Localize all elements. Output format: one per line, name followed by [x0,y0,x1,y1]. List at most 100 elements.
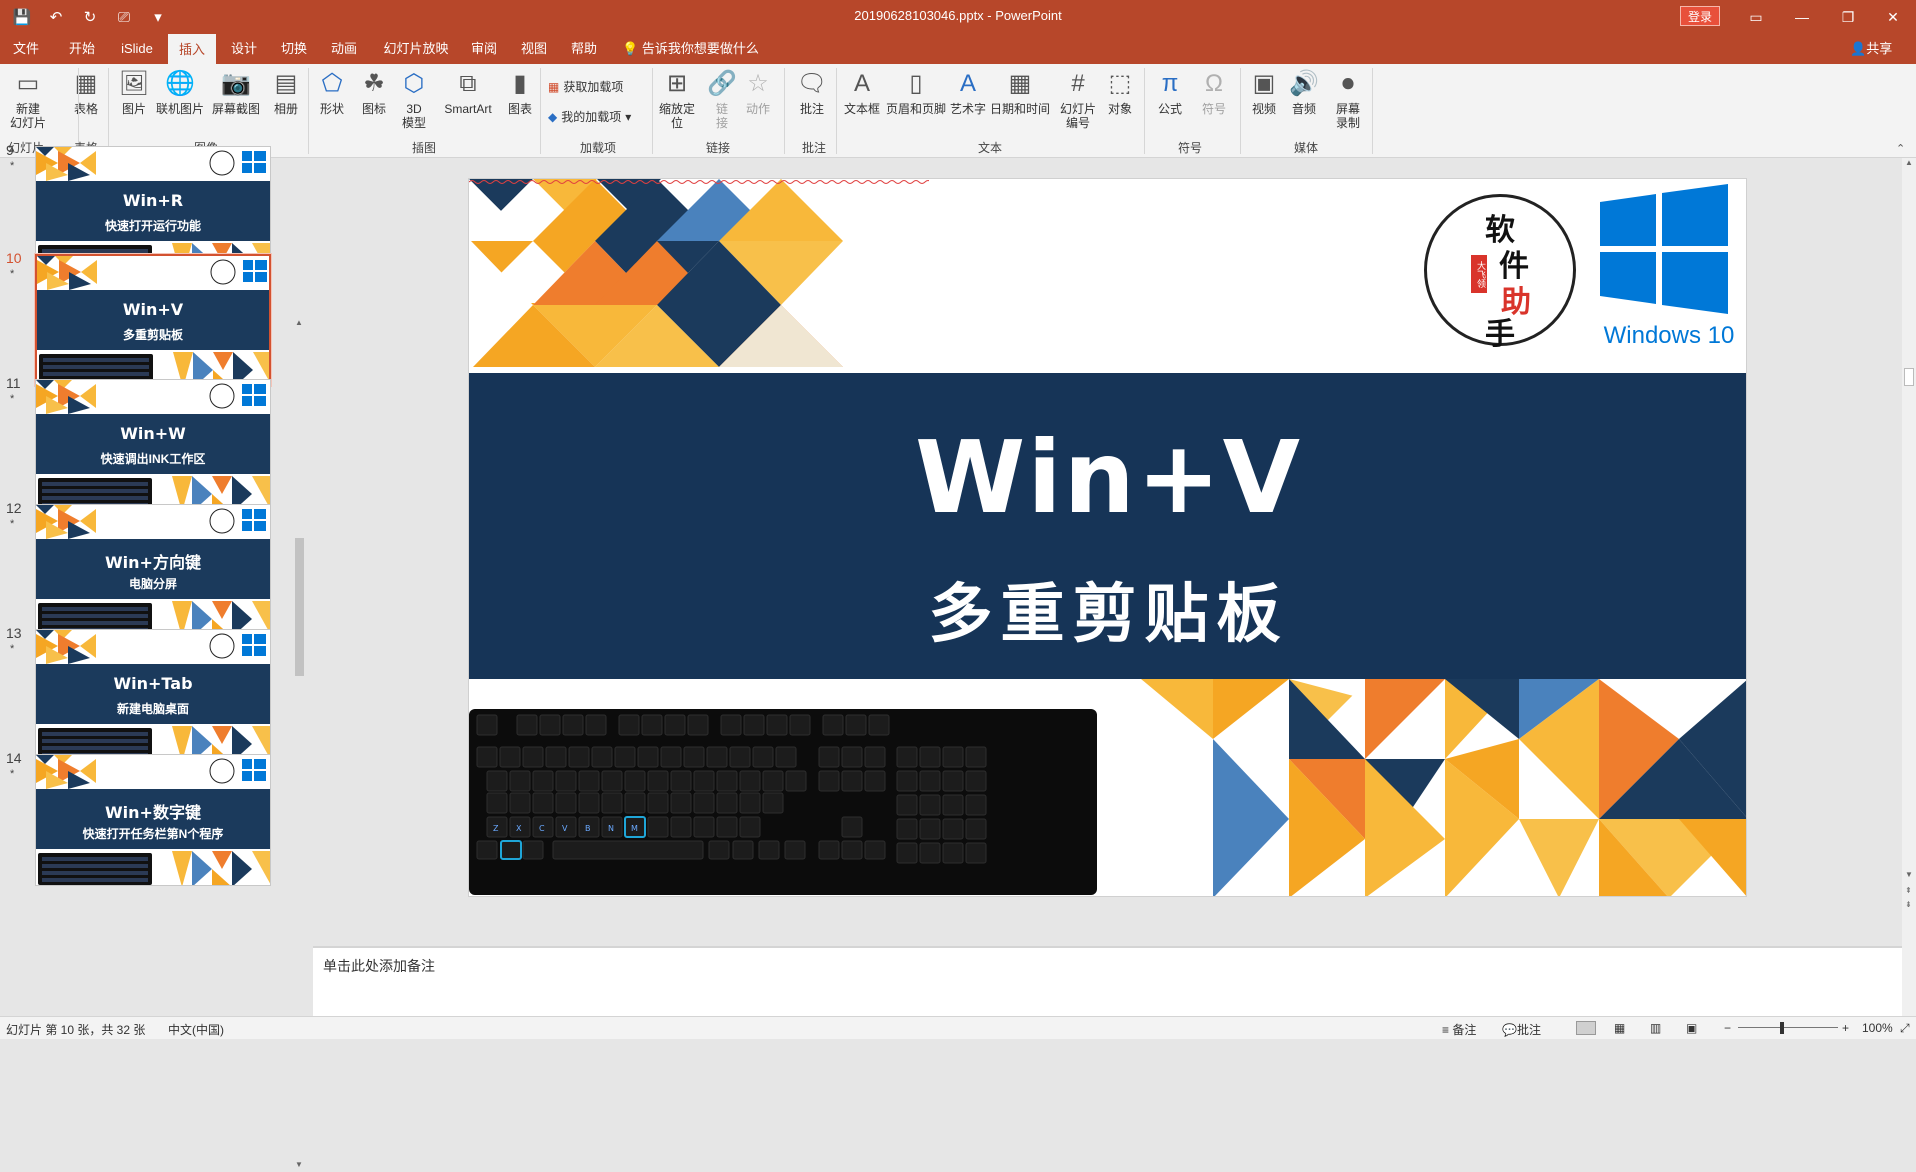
chart-button[interactable]: ▮ 图表 [500,68,540,117]
tab-insert[interactable]: 插入 [168,34,216,64]
zoom-slider[interactable] [1738,1027,1838,1028]
comments-toggle[interactable]: 💬批注 [1502,1021,1541,1038]
slide-sorter-icon[interactable]: ▦ [1614,1021,1625,1035]
scrollbar-thumb[interactable] [1904,368,1914,386]
zoom-in-icon[interactable]: + [1842,1021,1849,1035]
animation-marker-icon: * [10,393,15,405]
ribbon-button-label: 对象 [1107,102,1132,116]
new-slide-button[interactable]: ▭ 新建 幻灯片 [4,68,52,131]
scroll-down-icon[interactable]: ▼ [295,1160,303,1169]
previous-slide-icon[interactable]: ⇞ [1905,886,1912,895]
equation-button[interactable]: π 公式 [1150,68,1190,117]
slide-thumbnail[interactable]: Win+方向键 电脑分屏 [35,504,271,636]
audio-button[interactable]: 🔊 音频 [1284,68,1324,117]
keyboard-key [785,770,807,792]
my-addins-button[interactable]: ◆ 我的加载项 ▾ [548,108,631,125]
zoom-button[interactable]: ⊞ 缩放定 位 [654,68,700,131]
normal-view-icon[interactable] [1576,1021,1596,1035]
language-indicator[interactable]: 中文(中国) [168,1021,224,1038]
datetime-button[interactable]: ▦ 日期和时间 [990,68,1051,117]
slide-number-button[interactable]: # 幻灯片 编号 [1054,68,1102,131]
slide-title[interactable]: Win+V [469,419,1746,536]
scrollbar-thumb[interactable] [295,538,304,676]
scroll-up-icon[interactable]: ▲ [295,318,303,327]
restore-icon[interactable]: ❐ [1825,0,1871,34]
zoom-out-icon[interactable]: − [1724,1021,1731,1035]
notes-toggle[interactable]: ≡ 备注 [1442,1021,1476,1038]
tab-view[interactable]: 视图 [512,34,556,64]
keyboard-key [720,714,742,736]
shapes-button[interactable]: ⬠ 形状 [312,68,352,117]
scroll-down-icon[interactable]: ▼ [1905,870,1913,879]
minimize-icon[interactable]: — [1779,0,1825,34]
tab-transitions[interactable]: 切换 [272,34,316,64]
keyboard-key [732,840,754,860]
tell-me-search[interactable]: 💡 告诉我你想要做什么 [622,34,759,64]
zoom-level[interactable]: 100% [1862,1021,1893,1035]
close-icon[interactable]: ✕ [1870,0,1916,34]
animation-marker-icon: * [10,643,15,655]
spelling-underline [469,180,929,184]
scroll-up-icon[interactable]: ▲ [1905,158,1913,167]
slide-thumbnail[interactable]: Win+W 快速调出INK工作区 [35,379,271,511]
online-picture-button[interactable]: 🌐 联机图片 [152,68,208,117]
slide-thumbnail-slot: 14 * Win+数字键 快速打开任务栏第N个程序 [0,748,300,888]
tab-home[interactable]: 开始 [60,34,104,64]
action-button[interactable]: ☆ 动作 [738,68,778,117]
ribbon-button-label: 形状 [319,102,344,116]
keyboard-key [919,746,941,768]
screen-record-button[interactable]: ⏺ 屏幕 录制 [1328,68,1368,131]
next-slide-icon[interactable]: ⇟ [1905,900,1912,909]
share-button[interactable]: 👤共享 [1850,34,1892,64]
link-button[interactable]: 🔗 链 接 [706,68,738,131]
slide-thumbnail[interactable]: Win+V 多重剪贴板 [34,253,272,387]
slide-number: 10 [6,250,22,266]
album-button[interactable]: ▤ 相册 [266,68,306,117]
slide-subtitle[interactable]: 多重剪贴板 [469,563,1746,655]
smartart-button[interactable]: ⧉ SmartArt [438,68,498,117]
screenshot-button[interactable]: 📷 屏幕截图 [208,68,264,117]
ribbon-display-icon[interactable]: ▭ [1733,0,1779,34]
notes-pane[interactable]: 单击此处添加备注 [313,948,1902,1016]
current-slide[interactable]: Win+V 多重剪贴板 软 件 助 手 大飞领 Windows 10 Z X C V B… [468,178,1747,897]
keyboard-key [766,714,788,736]
header-footer-button[interactable]: ▯ 页眉和页脚 [886,68,946,117]
3d-model-button[interactable]: ⬡ 3D 模型 [394,68,434,131]
ribbon-button-label: 日期和时间 [990,102,1051,116]
textbox-button[interactable]: A 文本框 [840,68,884,117]
fit-to-window-icon[interactable]: ⤢ [1900,1021,1910,1036]
windows10-label: Windows 10 [1603,322,1735,349]
slide-thumbnail[interactable]: Win+数字键 快速打开任务栏第N个程序 [35,754,271,886]
thumbnail-scrollbar[interactable]: ▲ ▼ [292,318,306,1172]
textbox-icon: A [853,70,870,97]
wordart-button[interactable]: A 艺术字 [948,68,988,117]
collapse-ribbon-icon[interactable]: ⌃ [1896,142,1905,155]
symbol-button[interactable]: Ω 符号 [1194,68,1234,117]
tab-design[interactable]: 设计 [222,34,266,64]
tab-animations[interactable]: 动画 [322,34,366,64]
comment-button[interactable]: 🗨 批注 [792,68,832,117]
slide-thumbnail[interactable]: Win+Tab 新建电脑桌面 [35,629,271,761]
get-addins-button[interactable]: ▦ 获取加载项 [548,78,623,95]
icons-button[interactable]: ☘ 图标 [354,68,394,117]
keyboard-key [716,770,738,792]
zoom-slider-thumb[interactable] [1780,1022,1784,1034]
tab-islide[interactable]: iSlide [112,34,162,64]
slideshow-view-icon[interactable]: ▣ [1686,1021,1697,1035]
video-button[interactable]: ▣ 视频 [1244,68,1284,117]
ribbon-button-label: 视频 [1251,102,1276,116]
table-button[interactable]: ▦ 表格 [64,68,108,117]
login-button[interactable]: 登录 [1680,6,1720,26]
keyboard-key [614,746,636,768]
slide-number: 13 [6,625,22,641]
reading-view-icon[interactable]: ▥ [1650,1021,1661,1035]
tab-slideshow[interactable]: 幻灯片放映 [374,34,458,64]
tab-help[interactable]: 帮助 [562,34,606,64]
keyboard-key [618,714,640,736]
zoom-icon: ⊞ [666,70,688,97]
tab-file[interactable]: 文件 [6,34,46,64]
tab-review[interactable]: 审阅 [462,34,506,64]
object-button[interactable]: ⬚ 对象 [1100,68,1140,117]
picture-button[interactable]: 🖼 图片 [114,68,154,117]
slide-vertical-scrollbar[interactable]: ▲ ▼ ⇞ ⇟ [1902,158,1916,1016]
